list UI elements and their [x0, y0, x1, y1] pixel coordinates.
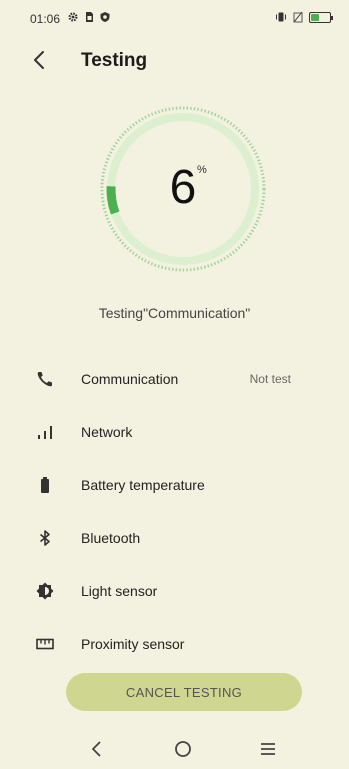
test-item-communication[interactable]: Communication Not test: [0, 352, 349, 405]
battery-charging-icon: [309, 11, 333, 23]
test-item-battery-temperature[interactable]: Battery temperature: [0, 458, 349, 511]
signal-bars-icon: [38, 426, 52, 439]
status-icons-right: [275, 11, 333, 23]
status-time: 01:06: [30, 12, 61, 26]
bluetooth-icon: [39, 530, 50, 546]
cancel-testing-button[interactable]: CANCEL TESTING: [66, 673, 302, 711]
test-item-light-sensor[interactable]: Light sensor: [0, 564, 349, 617]
navigation-bar: [0, 735, 349, 769]
test-label: Light sensor: [81, 583, 158, 599]
progress-value: 6: [169, 161, 197, 214]
status-bar: 01:06: [0, 0, 349, 30]
vibrate-icon: [276, 12, 286, 22]
nav-back-icon[interactable]: [85, 737, 109, 761]
shield-icon: [100, 12, 110, 22]
no-sim-icon: [293, 11, 303, 23]
status-icons-left: [67, 11, 111, 23]
test-label: Communication: [81, 371, 179, 387]
ruler-icon: [36, 638, 54, 650]
gear-icon: [68, 12, 78, 22]
test-label: Network: [81, 424, 133, 440]
brightness-icon: [36, 582, 54, 600]
progress-unit: %: [197, 164, 207, 176]
battery-icon: [41, 477, 49, 493]
phone-icon: [37, 372, 52, 387]
header: Testing: [0, 40, 349, 80]
test-item-bluetooth[interactable]: Bluetooth: [0, 511, 349, 564]
test-item-proximity-sensor[interactable]: Proximity sensor: [0, 617, 349, 670]
chevron-left-icon[interactable]: [28, 48, 52, 72]
test-item-network[interactable]: Network: [0, 405, 349, 458]
test-status: Not test: [249, 372, 291, 386]
test-label: Battery temperature: [81, 477, 205, 493]
nav-home-icon[interactable]: [171, 737, 195, 761]
test-label: Proximity sensor: [81, 636, 185, 652]
page-title: Testing: [81, 50, 148, 71]
testing-status: Testing"Communication": [98, 305, 251, 321]
progress-gauge: 6 %: [98, 104, 268, 274]
sim-card-icon: [86, 12, 93, 22]
nav-menu-icon[interactable]: [256, 737, 280, 761]
test-label: Bluetooth: [81, 530, 141, 546]
